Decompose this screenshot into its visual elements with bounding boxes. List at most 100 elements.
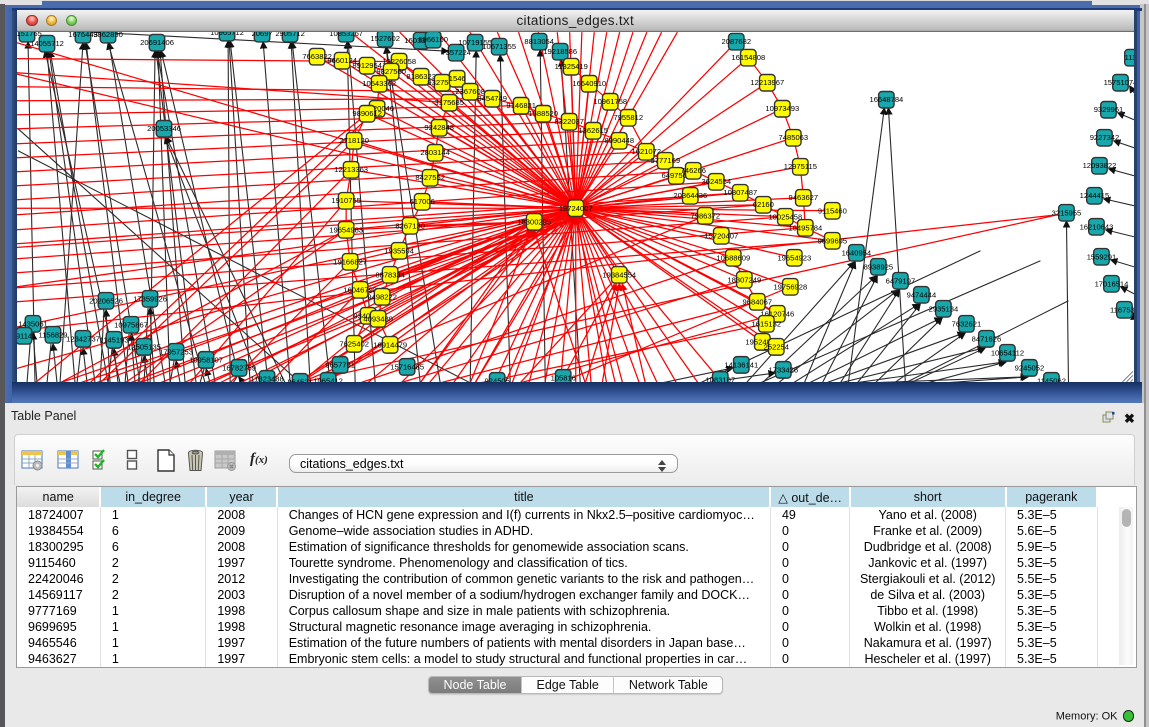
svg-text:7632621: 7632621 bbox=[952, 319, 982, 328]
svg-text:1640954: 1640954 bbox=[842, 248, 872, 257]
svg-text:16648784: 16648784 bbox=[869, 95, 903, 104]
svg-text:10671355: 10671355 bbox=[482, 42, 516, 51]
svg-text:14136141: 14136141 bbox=[724, 360, 758, 369]
svg-text:9657791: 9657791 bbox=[325, 360, 355, 369]
svg-text:4093489: 4093489 bbox=[363, 314, 393, 323]
svg-text:10025458: 10025458 bbox=[768, 212, 802, 221]
svg-text:17359926: 17359926 bbox=[133, 294, 167, 303]
svg-text:1527602: 1527602 bbox=[370, 34, 400, 43]
svg-text:18300295: 18300295 bbox=[517, 217, 551, 226]
svg-text:62160: 62160 bbox=[753, 200, 774, 209]
svg-text:9474444: 9474444 bbox=[907, 290, 937, 299]
svg-text:17016514: 17016514 bbox=[1095, 279, 1129, 288]
svg-text:10958107: 10958107 bbox=[189, 355, 223, 364]
svg-text:1167534: 1167534 bbox=[1110, 305, 1134, 314]
svg-text:6479197: 6479197 bbox=[886, 276, 916, 285]
svg-text:12213967: 12213967 bbox=[750, 78, 784, 87]
svg-text:8813054: 8813054 bbox=[524, 37, 554, 46]
svg-text:8454749: 8454749 bbox=[477, 94, 507, 103]
svg-text:12975115: 12975115 bbox=[784, 162, 817, 171]
svg-text:9498222: 9498222 bbox=[367, 292, 397, 301]
svg-text:20364436: 20364436 bbox=[673, 191, 707, 200]
svg-text:391141: 391141 bbox=[17, 331, 36, 340]
svg-text:8427552: 8427552 bbox=[415, 173, 445, 182]
svg-text:8267130: 8267130 bbox=[395, 221, 425, 230]
svg-text:16782759: 16782759 bbox=[222, 363, 256, 372]
svg-text:3215955: 3215955 bbox=[1052, 208, 1082, 217]
svg-text:9777169: 9777169 bbox=[651, 156, 681, 165]
svg-text:617006: 617006 bbox=[410, 197, 435, 206]
svg-text:9245052: 9245052 bbox=[1015, 363, 1045, 372]
svg-text:10973493: 10973493 bbox=[765, 104, 799, 113]
svg-text:10807487: 10807487 bbox=[723, 188, 757, 197]
svg-text:8322037: 8322037 bbox=[554, 117, 584, 126]
svg-text:16495784: 16495784 bbox=[788, 223, 822, 232]
svg-text:1910755: 1910755 bbox=[331, 196, 361, 205]
svg-text:15720407: 15720407 bbox=[704, 231, 738, 240]
svg-text:7986372: 7986372 bbox=[691, 211, 721, 220]
svg-text:15716485: 15716485 bbox=[390, 362, 424, 371]
svg-text:1621072: 1621072 bbox=[631, 147, 661, 156]
svg-text:10975867: 10975867 bbox=[114, 320, 148, 329]
svg-text:14055712: 14055712 bbox=[30, 39, 64, 48]
svg-text:20697: 20697 bbox=[252, 32, 273, 38]
svg-text:16210643: 16210643 bbox=[1080, 222, 1114, 231]
svg-text:16914479: 16914479 bbox=[373, 340, 407, 349]
svg-text:1112: 1112 bbox=[1125, 53, 1134, 62]
svg-text:19218586: 19218586 bbox=[543, 47, 577, 56]
svg-text:10654112: 10654112 bbox=[991, 348, 1024, 357]
svg-text:746266: 746266 bbox=[681, 166, 706, 175]
svg-text:9699695: 9699695 bbox=[818, 236, 848, 245]
svg-text:1615132: 1615132 bbox=[752, 319, 782, 328]
svg-text:1559291: 1559291 bbox=[1087, 252, 1117, 261]
svg-text:15751074: 15751074 bbox=[1104, 78, 1134, 87]
svg-text:1546: 1546 bbox=[449, 74, 466, 83]
svg-text:16640910: 16640910 bbox=[572, 79, 606, 88]
svg-text:12342737: 12342737 bbox=[66, 334, 100, 343]
svg-text:2935134: 2935134 bbox=[929, 304, 959, 313]
svg-text:9242848: 9242848 bbox=[424, 123, 454, 132]
svg-text:19166827: 19166827 bbox=[333, 257, 367, 266]
svg-text:1935594: 1935594 bbox=[384, 246, 414, 255]
svg-text:9329961: 9329961 bbox=[1094, 105, 1124, 114]
svg-text:1244415: 1244415 bbox=[1080, 191, 1110, 200]
svg-text:252254: 252254 bbox=[764, 342, 789, 351]
svg-text:12505135: 12505135 bbox=[127, 342, 161, 351]
svg-text:1156829: 1156829 bbox=[39, 330, 68, 339]
svg-text:17957253: 17957253 bbox=[159, 347, 193, 356]
svg-text:3175685: 3175685 bbox=[434, 98, 464, 107]
svg-text:6966160: 6966160 bbox=[418, 35, 448, 44]
svg-text:19654983: 19654983 bbox=[329, 225, 363, 234]
svg-text:18724007: 18724007 bbox=[559, 203, 593, 212]
svg-text:8990448: 8990448 bbox=[604, 136, 634, 145]
svg-text:1733426: 1733426 bbox=[769, 365, 799, 374]
svg-text:1362615: 1362615 bbox=[578, 126, 608, 135]
svg-text:9862890: 9862890 bbox=[93, 32, 123, 39]
svg-text:7485063: 7485063 bbox=[779, 133, 809, 142]
svg-text:10965712: 10965712 bbox=[210, 32, 244, 37]
svg-text:1145193: 1145193 bbox=[100, 335, 129, 344]
svg-text:20053346: 20053346 bbox=[147, 124, 181, 133]
svg-text:19384554: 19384554 bbox=[602, 270, 636, 279]
svg-text:10688609: 10688609 bbox=[716, 253, 750, 262]
svg-text:8878334: 8878334 bbox=[375, 270, 405, 279]
svg-text:7625402: 7625402 bbox=[339, 339, 369, 348]
svg-text:9115460: 9115460 bbox=[818, 206, 847, 215]
svg-text:9227342: 9227342 bbox=[1090, 133, 1120, 142]
svg-text:10961758: 10961758 bbox=[593, 97, 627, 106]
svg-text:19654923: 19654923 bbox=[777, 253, 811, 262]
svg-text:16154808: 16154808 bbox=[731, 53, 765, 62]
svg-text:2087682: 2087682 bbox=[722, 37, 752, 46]
svg-text:2905712: 2905712 bbox=[275, 32, 305, 38]
svg-text:8938925: 8938925 bbox=[864, 262, 894, 271]
svg-text:11325419: 11325419 bbox=[555, 62, 588, 71]
svg-text:7955812: 7955812 bbox=[613, 113, 643, 122]
svg-text:7357224: 7357224 bbox=[441, 48, 471, 57]
svg-text:10853267: 10853267 bbox=[329, 32, 363, 38]
svg-text:19756928: 19756928 bbox=[773, 282, 807, 291]
svg-text:8471626: 8471626 bbox=[972, 334, 1002, 343]
svg-text:18307249: 18307249 bbox=[727, 275, 761, 284]
svg-text:2803144: 2803144 bbox=[420, 148, 450, 157]
svg-text:10543362: 10543362 bbox=[362, 79, 396, 88]
svg-text:9684067: 9684067 bbox=[743, 297, 773, 306]
